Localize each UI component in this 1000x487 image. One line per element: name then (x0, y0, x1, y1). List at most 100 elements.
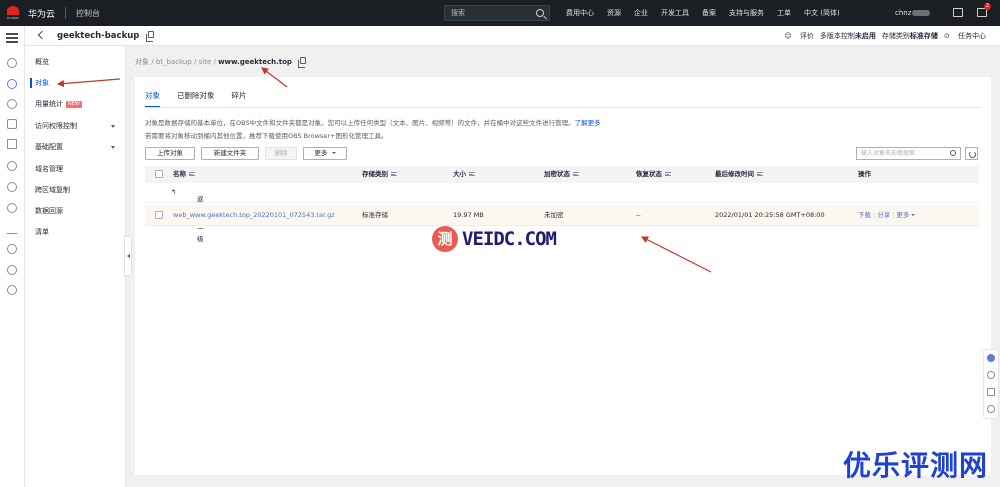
sidebar-item-domain[interactable]: 域名管理 (25, 160, 125, 178)
delete-button[interactable]: 删除 (265, 147, 297, 160)
sort-icon[interactable] (757, 172, 763, 176)
column-modified[interactable]: 最后修改时间 (715, 166, 763, 183)
smile-icon[interactable] (987, 405, 995, 413)
bucket-sidenav: 概览 对象 用量统计 NEW 访问权限控制 基础配置 域名管理 跨区域复制 数据回… (25, 46, 126, 487)
filter-icon[interactable] (573, 172, 579, 176)
bucket-header: geektech-backup ☺ 评价 多版本控制 未启用 存储类别 标准存储… (25, 26, 1000, 46)
download-link[interactable]: 下载 (858, 211, 871, 219)
upload-object-button[interactable]: 上传对象 (145, 147, 195, 160)
nav-language[interactable]: 中文 (简体) (804, 8, 840, 18)
nav-dev-tools[interactable]: 开发工具 (661, 8, 689, 18)
cloud-backup-icon[interactable] (7, 182, 17, 192)
back-to-parent-row[interactable]: ↰ 返回上一级 (145, 183, 979, 243)
objects-panel: 对象 已删除对象 碎片 对象是数据存储的基本单位，在OBS中文件和文件夹都是对象… (135, 77, 991, 475)
filter-icon[interactable] (391, 172, 397, 176)
nav-support[interactable]: 支持与服务 (729, 8, 764, 18)
search-icon[interactable] (950, 150, 956, 156)
object-tip: 若需要将对象移动到桶内其他位置，推荐下载使用OBS Browser+图形化管理工… (145, 132, 388, 140)
sidebar-item-inventory[interactable]: 清单 (25, 223, 125, 241)
copy-icon[interactable] (146, 31, 155, 42)
row-checkbox[interactable] (155, 211, 163, 219)
breadcrumb-bt-backup[interactable]: bt_backup (156, 58, 192, 66)
object-name-link[interactable]: web_www.geektech.top_20220101_072543.tar… (173, 205, 335, 226)
feedback-icon[interactable] (987, 388, 995, 396)
bridge-service-icon[interactable] (7, 119, 17, 129)
nav-tickets[interactable]: 工单 (777, 8, 791, 18)
anchor-icon[interactable] (7, 224, 17, 234)
sidebar-item-overview[interactable]: 概览 (25, 53, 125, 71)
console-link[interactable]: 控制台 (76, 8, 100, 19)
cloud-service-icon[interactable] (7, 161, 17, 171)
share-link[interactable]: 分享 (877, 211, 890, 219)
refresh-icon[interactable] (965, 147, 978, 160)
object-description: 对象是数据存储的基本单位，在OBS中文件和文件夹都是对象。您可以上传任何类型（文… (145, 117, 601, 127)
object-search-input[interactable]: 输入对象名前缀搜索 (856, 147, 961, 160)
storage-service-icon[interactable] (7, 99, 17, 109)
column-name[interactable]: 名称 (173, 166, 195, 183)
column-size[interactable]: 大小 (453, 166, 475, 183)
globe-icon[interactable] (7, 285, 17, 295)
sidebar-item-basic-config[interactable]: 基础配置 (25, 138, 125, 156)
chevron-down-icon (331, 152, 336, 154)
breadcrumb-objects[interactable]: 对象 (135, 58, 149, 66)
brand-name[interactable]: 华为云 (28, 7, 55, 20)
tab-objects[interactable]: 对象 (145, 90, 160, 107)
notification-badge: 2 (984, 3, 991, 10)
learn-more-link[interactable]: 了解更多 (575, 119, 601, 127)
bucket-meta: ☺ 评价 多版本控制 未启用 存储类别 标准存储 ⊙ 任务中心 (778, 31, 986, 41)
more-actions-button[interactable]: 更多 (303, 147, 347, 160)
nav-icp[interactable]: 备案 (702, 8, 716, 18)
filter-icon[interactable] (665, 172, 671, 176)
nav-billing[interactable]: 费用中心 (566, 8, 594, 18)
database-service-icon[interactable] (7, 139, 17, 149)
sidebar-item-objects[interactable]: 对象 (25, 74, 125, 92)
user-menu[interactable]: chnz (895, 9, 931, 17)
cluster-icon[interactable] (7, 265, 17, 275)
sidenav-collapse-handle[interactable] (124, 236, 132, 276)
tab-deleted-objects[interactable]: 已删除对象 (177, 90, 215, 107)
corner-watermark: 优乐评测网 (843, 449, 989, 482)
global-search-input[interactable]: 搜索 (444, 5, 550, 21)
copy-icon[interactable] (298, 57, 307, 68)
cloud-service-icon[interactable] (7, 58, 17, 68)
filter-icon[interactable] (189, 172, 195, 176)
breadcrumb-site[interactable]: site (199, 58, 212, 66)
tab-fragments[interactable]: 碎片 (232, 90, 247, 107)
sidebar-item-usage[interactable]: 用量统计 NEW (25, 95, 125, 113)
divider (65, 7, 67, 19)
chevron-down-icon (111, 146, 115, 149)
rating-link[interactable]: ☺ 评价 (784, 31, 814, 41)
description-text: 对象是数据存储的基本单位，在OBS中文件和文件夹都是对象。您可以上传任何类型（文… (145, 119, 575, 127)
back-arrow-icon[interactable] (37, 30, 47, 40)
nav-enterprise[interactable]: 企业 (634, 8, 648, 18)
task-center-link[interactable]: ⊙ 任务中心 (944, 31, 986, 41)
object-encryption: 未加密 (544, 211, 564, 219)
column-storage-class[interactable]: 存储类别 (362, 166, 397, 183)
select-all-checkbox[interactable] (155, 170, 163, 178)
versioning-value: 未启用 (854, 32, 876, 40)
sidebar-item-back-to-source[interactable]: 数据回源 (25, 202, 125, 220)
filter-icon[interactable] (469, 172, 475, 176)
table-row[interactable]: web_www.geektech.top_20220101_072543.tar… (145, 205, 979, 226)
assistant-icon[interactable] (987, 354, 995, 362)
obs-service-icon[interactable] (7, 79, 17, 89)
help-icon[interactable] (987, 371, 995, 379)
search-icon[interactable] (536, 9, 544, 17)
bucket-title: geektech-backup (57, 31, 155, 42)
row-more-link[interactable]: 更多 (896, 211, 916, 219)
settings-icon[interactable] (7, 244, 17, 254)
cloud-sync-icon[interactable] (7, 203, 17, 213)
service-rail (0, 26, 25, 487)
sidebar-item-replication[interactable]: 跨区域复制 (25, 181, 125, 199)
rating-label: 评价 (799, 32, 814, 40)
task-center-label: 任务中心 (958, 32, 986, 40)
back-to-parent-link[interactable]: ↰ 返回上一级 (171, 188, 204, 243)
huawei-logo[interactable]: HUAWEI (0, 0, 26, 26)
column-encryption[interactable]: 加密状态 (544, 166, 579, 183)
sidebar-item-access-control[interactable]: 访问权限控制 (25, 117, 125, 135)
column-restore[interactable]: 恢复状态 (636, 166, 671, 183)
nav-resources[interactable]: 资源 (607, 8, 621, 18)
new-folder-button[interactable]: 新建文件夹 (201, 147, 259, 160)
message-icon[interactable] (953, 8, 963, 17)
menu-icon[interactable] (6, 33, 18, 43)
